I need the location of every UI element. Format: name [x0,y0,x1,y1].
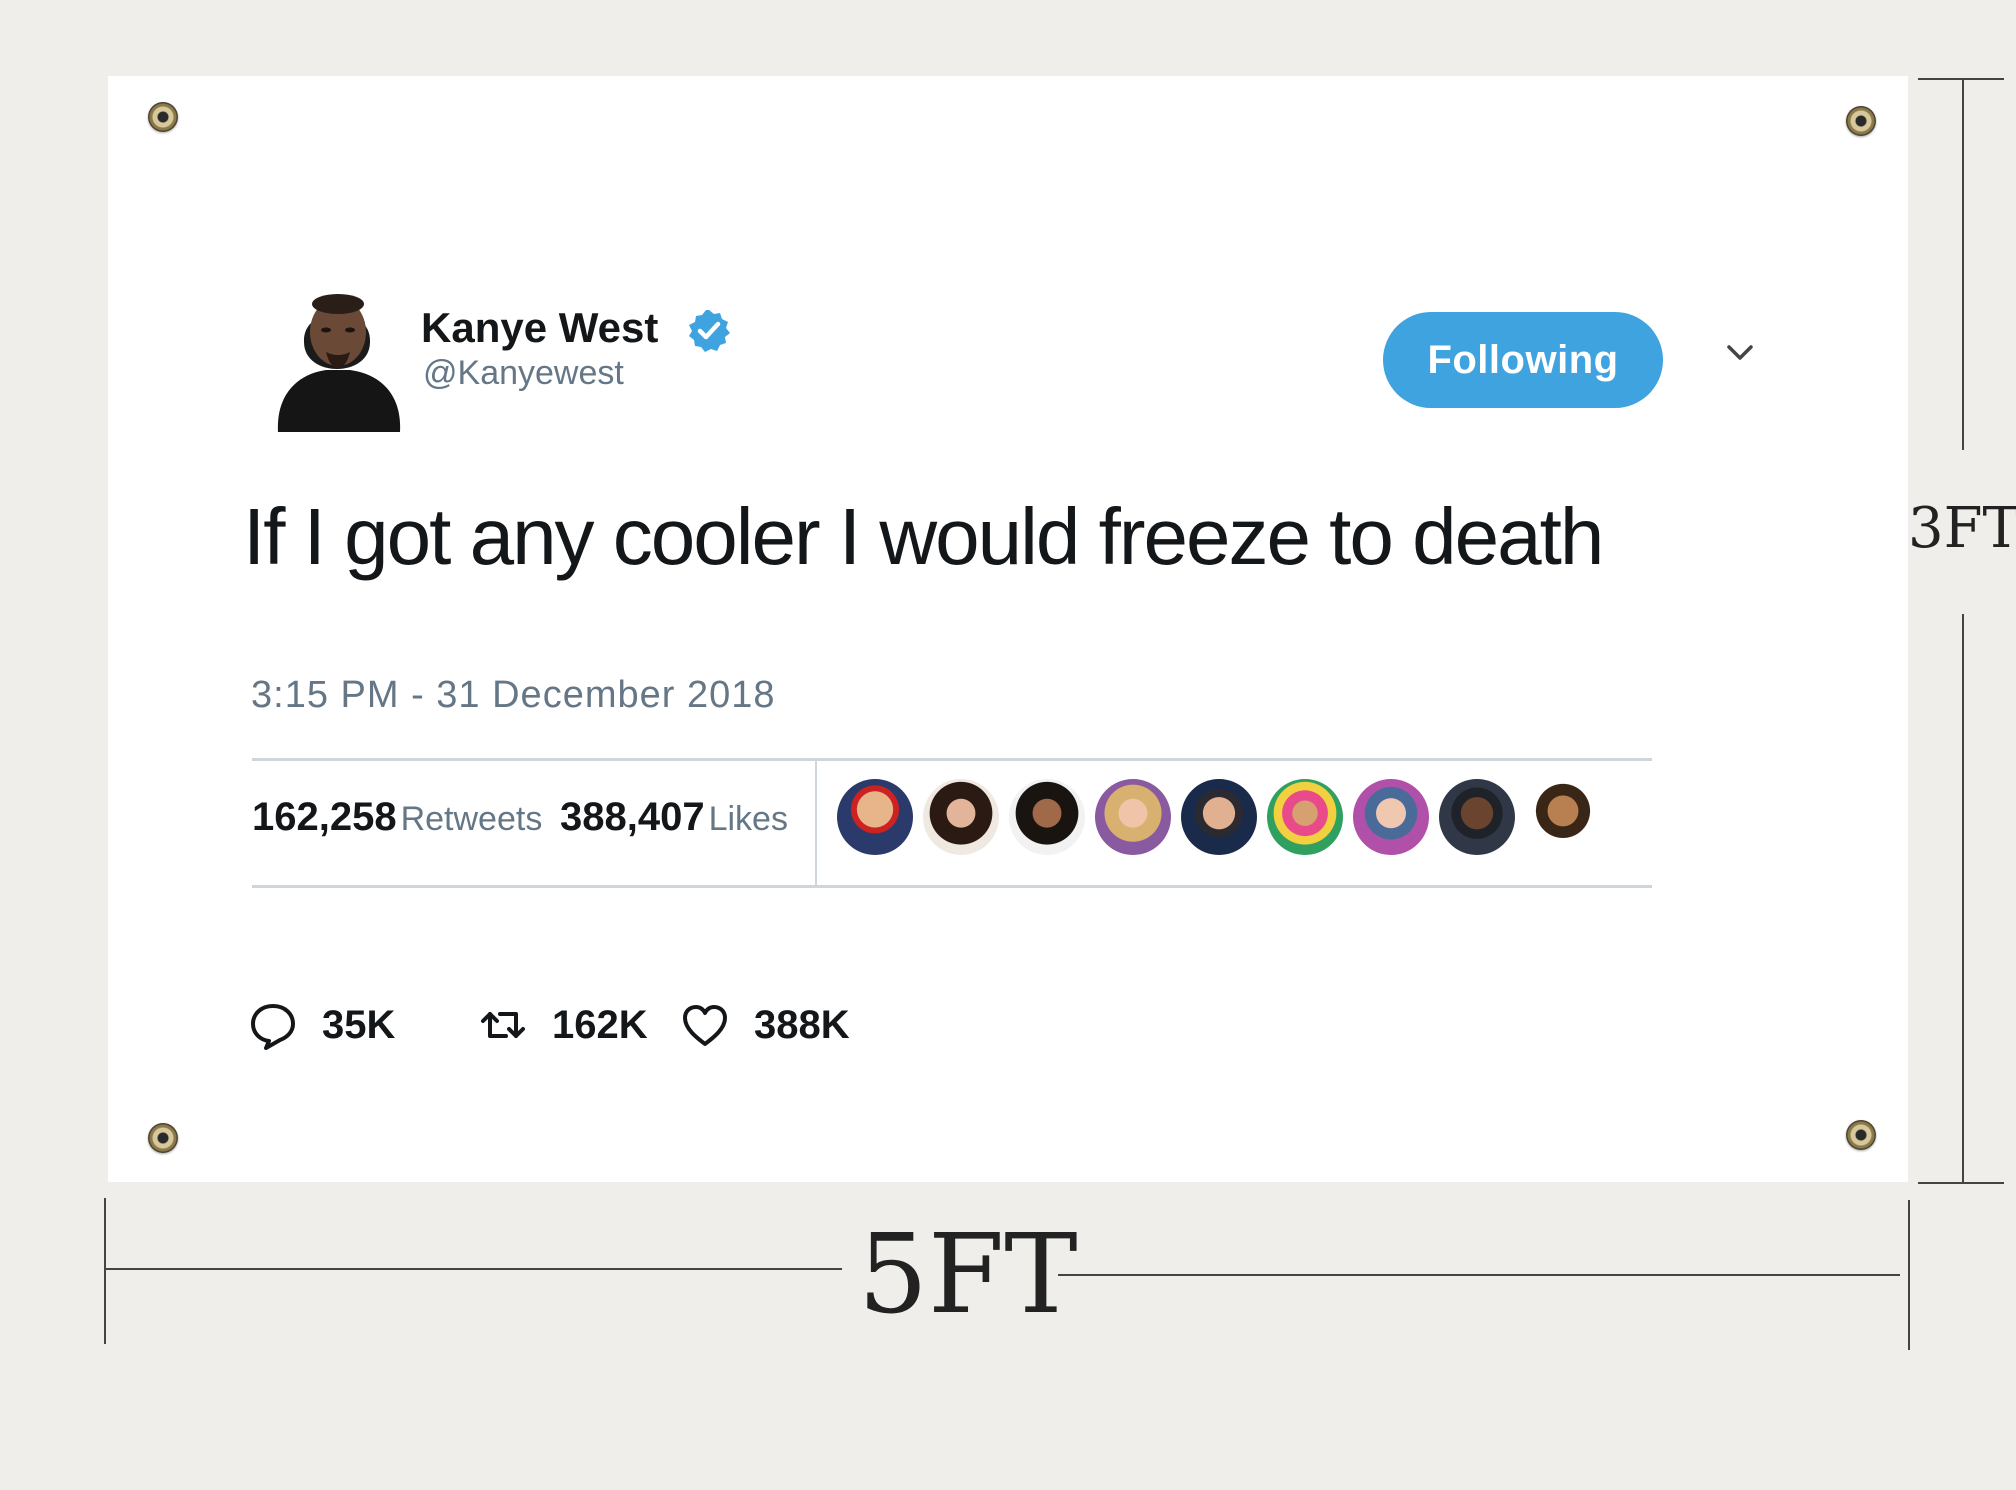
liker-avatar[interactable] [1525,779,1601,855]
liker-avatar[interactable] [923,779,999,855]
reply-button[interactable]: 35K [248,1000,395,1050]
width-dim-line-left [106,1268,842,1270]
like-action-count: 388K [754,1002,850,1047]
grommet-top-left [148,102,178,132]
width-label: 5FT [858,1210,1078,1338]
retweet-action-count: 162K [552,1002,648,1047]
display-name[interactable]: Kanye West [421,304,658,352]
retweet-icon [481,1012,525,1038]
stats-row: 162,258 Retweets 388,407 Likes [252,758,1652,888]
height-dim-line-lower [1962,614,1964,1182]
retweet-button[interactable]: 162K [478,1000,648,1050]
height-label: 3FT [1908,496,2016,561]
verified-badge-icon [689,310,730,352]
grommet-bottom-right [1846,1120,1876,1150]
retweets-label: Retweets [400,800,543,838]
liker-avatar[interactable] [1439,779,1515,855]
handle[interactable]: @Kanyewest [423,354,624,393]
reply-bubble-icon [251,1004,295,1050]
stats-divider [815,761,817,885]
liker-avatar[interactable] [1353,779,1429,855]
width-dim-left-tick [104,1198,106,1344]
avatar[interactable] [268,282,408,432]
height-dim-top-tick [1918,78,2004,80]
liker-avatar[interactable] [837,779,913,855]
like-button[interactable]: 388K [680,1000,850,1050]
liker-avatar[interactable] [1009,779,1085,855]
liker-avatar[interactable] [1181,779,1257,855]
heart-icon [683,1005,727,1046]
timestamp[interactable]: 3:15 PM - 31 December 2018 [251,674,776,717]
height-dim-line-upper [1962,80,1964,450]
liker-avatar[interactable] [1095,779,1171,855]
liker-avatar[interactable] [1267,779,1343,855]
width-dim-right-tick [1908,1200,1910,1350]
retweets-count: 162,258 [252,795,397,839]
grommet-top-right [1846,106,1876,136]
grommet-bottom-left [148,1123,178,1153]
height-dim-bottom-tick [1918,1182,2004,1184]
likes-count: 388,407 [560,795,705,839]
chevron-down-icon[interactable] [1725,338,1755,368]
following-button[interactable]: Following [1383,312,1663,408]
reply-count: 35K [322,1002,396,1047]
tweet-text: If I got any cooler I would freeze to de… [243,492,1604,581]
likes-label: Likes [708,800,788,838]
retweets-stat[interactable]: 162,258 Retweets [252,795,542,840]
width-dim-line-right [1058,1274,1900,1276]
likes-stat[interactable]: 388,407 Likes [560,795,788,840]
banner: Kanye West @Kanyewest Following If I got… [108,76,1908,1182]
